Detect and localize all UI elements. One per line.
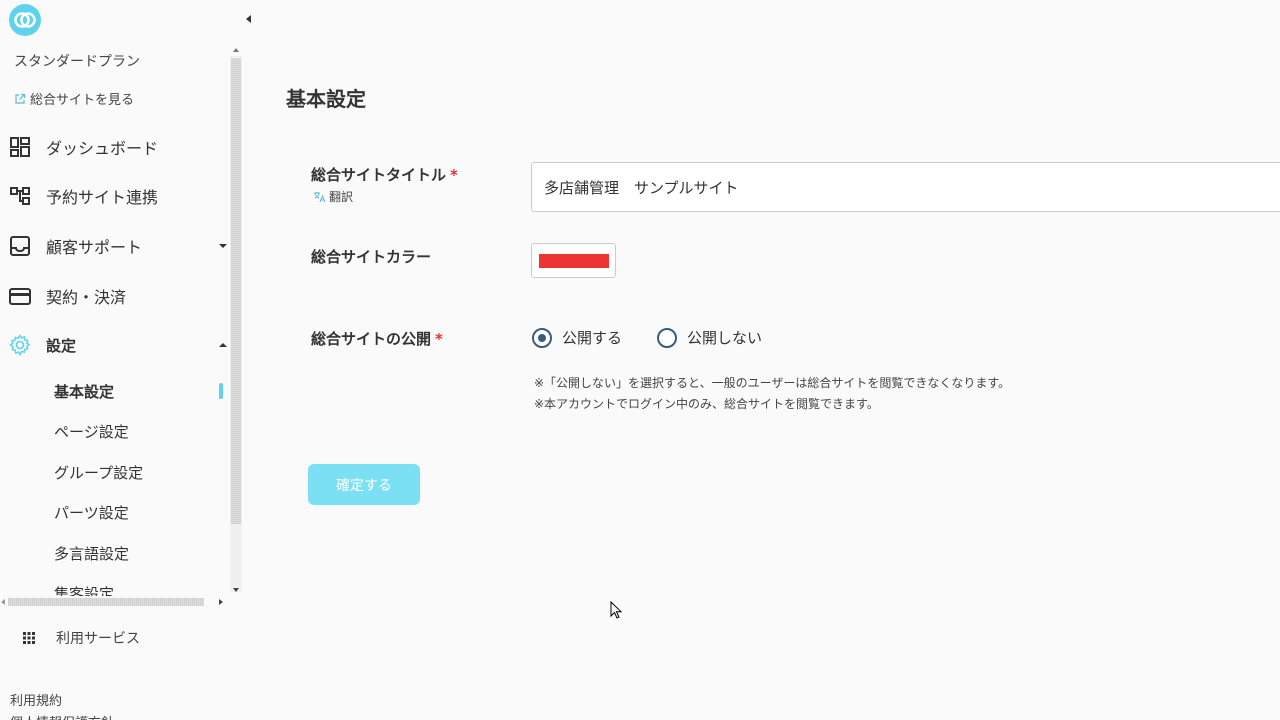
required-mark: * [450,166,458,184]
terms-link[interactable]: 利用規約 [10,690,62,709]
sidebar-subitem-group-settings[interactable]: グループ設定 [0,454,230,490]
hierarchy-icon [10,187,30,205]
sidebar-subitem-language-settings[interactable]: 多言語設定 [0,535,230,571]
scrollbar-thumb[interactable] [8,598,204,606]
privacy-link[interactable]: 個人情報保護方針 [10,712,114,720]
sidebar-item-settings[interactable]: 設定 [0,325,230,365]
publish-option-private[interactable]: 公開しない [657,327,762,348]
sidebar-item-dashboard[interactable]: ダッシュボード [0,127,230,167]
sidebar-item-label: 予約サイト連携 [46,188,159,207]
scroll-down-icon[interactable] [232,586,240,594]
publish-label: 総合サイトの公開 * [311,328,443,349]
page-title: 基本設定 [286,87,366,111]
site-color-label: 総合サイトカラー [311,248,432,266]
publish-note: ※「公開しない」を選択すると、一般のユーザーは総合サイトを閲覧できなくなります。 [534,376,1011,390]
site-title-input[interactable] [531,162,1280,212]
active-indicator [219,383,223,399]
site-color-picker[interactable] [531,243,616,278]
publish-note: ※本アカウントでログイン中のみ、総合サイトを閲覧できます。 [534,397,879,411]
sidebar-item-reservation-sites[interactable]: 予約サイト連携 [0,176,230,216]
sidebar-subitem-label: ページ設定 [54,422,129,441]
sidebar-nav: ダッシュボード 予約サイト連携 顧客サポート 契約・決済 設定 基本設定 ページ… [0,122,230,596]
sidebar-item-label: 顧客サポート [46,238,143,257]
collapse-sidebar-icon[interactable] [244,12,254,26]
site-title-label-text: 総合サイトタイトル [311,166,447,184]
services-label: 利用サービス [56,631,140,647]
plan-name: スタンダードプラン [14,54,140,70]
chevron-up-icon [219,343,227,347]
inbox-icon [10,236,30,256]
sidebar-subitem-label: 基本設定 [54,382,115,401]
sidebar-item-label: 設定 [46,336,77,355]
radio-unchecked[interactable] [657,327,677,348]
translate-label: 翻訳 [329,190,354,204]
sidebar-item-customer-support[interactable]: 顧客サポート [0,226,230,266]
site-title-label: 総合サイトタイトル * [311,164,458,185]
sidebar-subitem-page-settings[interactable]: ページ設定 [0,413,230,449]
sidebar-subitem-marketing-settings[interactable]: 集客設定 [0,575,230,597]
sidebar-item-label: 契約・決済 [46,288,127,307]
sidebar-subitem-label: パーツ設定 [54,503,129,522]
sidebar: スタンダードプラン 総合サイトを見る ダッシュボード 予約サイト連携 顧客サポー… [0,0,251,720]
sidebar-subitem-parts-settings[interactable]: パーツ設定 [0,494,230,530]
external-link-icon [15,93,26,104]
scroll-up-icon[interactable] [232,46,240,54]
apps-grid-icon [23,632,35,644]
sidebar-subitem-label: グループ設定 [54,463,144,482]
app-logo[interactable] [9,4,41,36]
chevron-down-icon [219,244,227,248]
scroll-left-icon[interactable] [0,598,6,606]
logo-icon [14,12,36,28]
view-site-label: 総合サイトを見る [30,93,135,108]
dashboard-icon [10,137,30,157]
sidebar-subitem-label: 集客設定 [54,584,115,597]
radio-checked[interactable] [532,327,552,348]
submit-button[interactable]: 確定する [308,464,420,505]
credit-card-icon [9,288,31,305]
scrollbar-thumb[interactable] [231,58,241,524]
services-menu[interactable]: 利用サービス [22,628,140,648]
publish-option-public[interactable]: 公開する [532,327,622,348]
radio-label: 公開しない [687,329,763,347]
sidebar-subitem-label: 多言語設定 [54,544,130,563]
required-mark: * [435,330,443,348]
radio-label: 公開する [562,329,623,347]
translate-icon [314,192,326,203]
main-content: 基本設定 総合サイトタイトル* 翻訳 総合サイトカラー 総合サイトの公開* 公開… [256,0,1280,720]
sidebar-item-label: ダッシュボード [46,139,159,158]
sidebar-item-contract-payment[interactable]: 契約・決済 [0,276,230,316]
gear-icon [9,334,31,356]
sidebar-horizontal-scrollbar[interactable] [0,596,228,608]
mouse-cursor-icon [610,601,622,619]
view-site-link[interactable]: 総合サイトを見る [14,89,134,108]
scroll-right-icon[interactable] [218,598,224,606]
sidebar-vertical-scrollbar[interactable] [230,46,242,596]
publish-label-text: 総合サイトの公開 [311,330,432,348]
translate-link[interactable]: 翻訳 [313,188,353,205]
sidebar-subitem-basic-settings[interactable]: 基本設定 [0,373,230,409]
color-swatch [539,254,609,268]
